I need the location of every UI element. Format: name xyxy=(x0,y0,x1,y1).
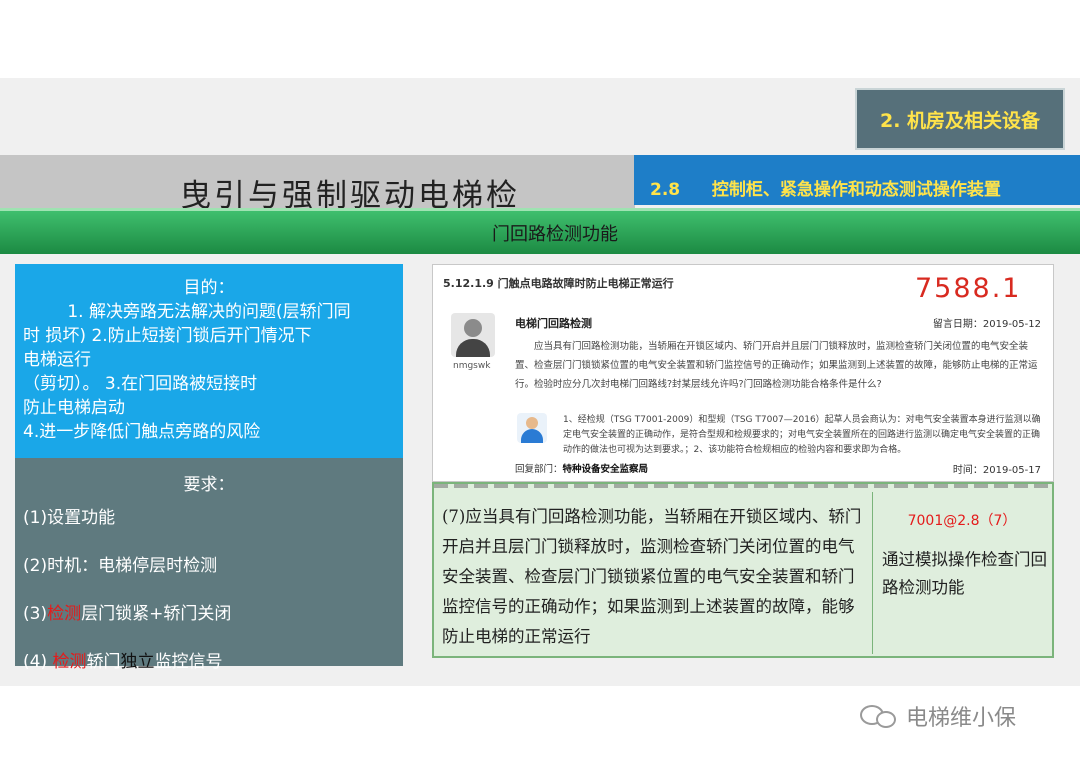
regulation-code: 7001@2.8（7） xyxy=(907,513,1017,529)
question-date: 留言日期：2019-05-12 xyxy=(932,319,1041,330)
purpose-line-3: 电梯运行 xyxy=(23,350,91,370)
subsection-number: 2.8 xyxy=(650,180,681,200)
user-avatar-icon xyxy=(451,313,495,357)
official-avatar-icon xyxy=(517,413,547,443)
column-divider xyxy=(872,492,873,654)
requirement-3: (3)检测层门锁紧+轿门关闭 xyxy=(23,599,395,624)
watermark: 电梯维小保 xyxy=(860,700,1016,732)
purpose-line-5: 防止电梯启动 xyxy=(23,398,125,418)
reply-department: 回复部门：特种设备安全监察局 xyxy=(515,461,648,475)
requirements-heading: 要求： xyxy=(183,475,235,495)
requirement-4-text: 监控信号 xyxy=(154,652,223,672)
requirement-4-prefix: (4) xyxy=(23,652,53,672)
answer-text: 1、经检规（TSG T7001-2009）和型规（TSG T7007—2016）… xyxy=(563,415,1041,455)
section-label: 2. 机房及相关设备 xyxy=(855,88,1065,150)
regulation-table: (7)应当具有门回路检测功能，当轿厢在开锁区域内、轿门开启并且层门门锁释放时，监… xyxy=(432,482,1054,658)
subsection-header: 2.8 控制柜、紧急操作和动态测试操作装置 xyxy=(634,155,1080,205)
reply-department-name: 特种设备安全监察局 xyxy=(562,464,649,475)
qa-screenshot: 5.12.1.9 门触点电路故障时防止电梯正常运行 7588.1 nmgswk … xyxy=(432,264,1054,482)
regulation-text: (7)应当具有门回路检测功能，当轿厢在开锁区域内、轿门开启并且层门门锁释放时，监… xyxy=(442,507,862,646)
slide: 2. 机房及相关设备 曳引与强制驱动电梯检 2.8 控制柜、紧急操作和动态测试操… xyxy=(0,78,1080,686)
requirement-4: (4) 检测轿门独立监控信号 xyxy=(23,647,395,672)
purpose-line-2: 时 损坏) 2.防止短接门锁后开门情况下 xyxy=(23,326,312,346)
purpose-line-4: （剪切）。 3.在门回路被短接时 xyxy=(23,374,258,394)
purpose-heading: 目的： xyxy=(183,278,235,298)
question-text: 应当具有门回路检测功能，当轿厢在开锁区域内、轿门开启并且层门门锁释放时，监测检查… xyxy=(515,341,1038,390)
requirement-4-mid: 轿门 xyxy=(86,652,121,672)
purpose-panel: 目的： 1. 解决旁路无法解决的问题(层轿门同 时 损坏) 2.防止短接门锁后开… xyxy=(15,264,403,458)
subsection-title: 控制柜、紧急操作和动态测试操作装置 xyxy=(711,180,1001,200)
table-top-border xyxy=(434,484,1052,488)
inspection-method: 通过模拟操作检查门回路检测功能 xyxy=(882,550,1047,597)
reply-department-label: 回复部门： xyxy=(515,464,563,475)
requirement-3-highlight: 检测 xyxy=(47,604,82,624)
requirement-3-text: 层门锁紧+轿门关闭 xyxy=(81,604,232,624)
wechat-icon xyxy=(860,703,900,729)
requirement-3-prefix: (3) xyxy=(23,604,48,624)
watermark-text: 电梯维小保 xyxy=(906,706,1017,731)
purpose-line-6: 4.进一步降低门触点旁路的风险 xyxy=(23,422,261,442)
purpose-line-1: 1. 解决旁路无法解决的问题(层轿门同 xyxy=(67,302,351,322)
requirement-4-emphasis: 独立 xyxy=(120,652,155,672)
topic-title: 门回路检测功能 xyxy=(492,223,618,245)
topic-band: 门回路检测功能 xyxy=(0,208,1080,254)
requirement-4-highlight: 检测 xyxy=(52,652,87,672)
clause-heading: 5.12.1.9 门触点电路故障时防止电梯正常运行 xyxy=(443,277,674,290)
requirement-1: (1)设置功能 xyxy=(23,508,116,528)
requirement-2: (2)时机：电梯停层时检测 xyxy=(23,556,218,576)
question-title: 电梯门回路检测 xyxy=(515,317,592,330)
requirements-panel: 要求： (1)设置功能 (2)时机：电梯停层时检测 (3)检测层门锁紧+轿门关闭… xyxy=(15,458,403,672)
reply-date: 时间：2019-05-17 xyxy=(952,465,1041,476)
big-number: 7588.1 xyxy=(915,273,1022,301)
user-name: nmgswk xyxy=(453,361,491,371)
